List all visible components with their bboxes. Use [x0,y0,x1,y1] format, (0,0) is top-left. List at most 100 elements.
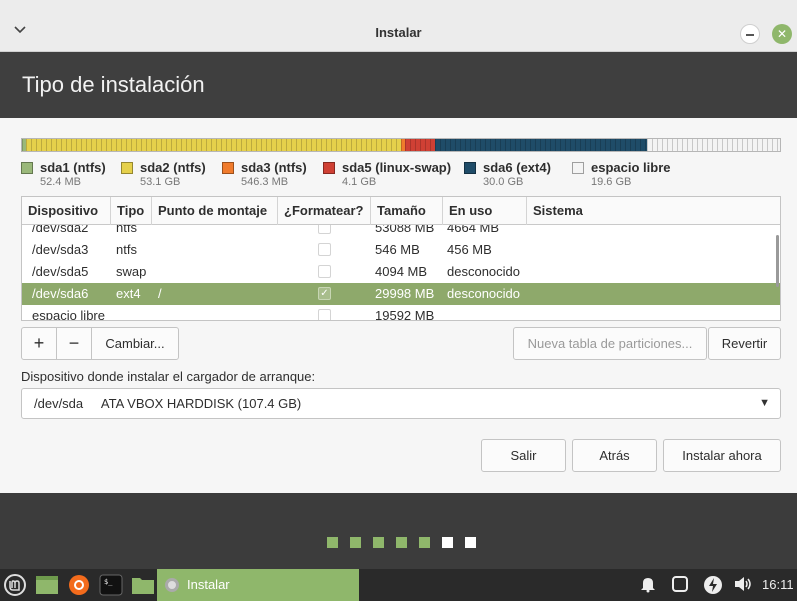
format-checkbox[interactable] [318,309,331,320]
cell-type: swap [116,264,147,279]
table-row[interactable]: espacio libre 19592 MB [22,305,780,320]
taskbar: $_ Instalar 16:11 [0,569,797,601]
bootloader-device-select[interactable]: /dev/sda ATA VBOX HARDDISK (107.4 GB) ▼ [21,388,781,419]
files-icon[interactable] [131,573,155,597]
progress-step-dot [465,537,476,548]
legend-size: 4.1 GB [342,176,377,188]
install-now-button[interactable]: Instalar ahora [663,439,781,472]
progress-step-dot [350,537,361,548]
column-header-system[interactable]: Sistema [527,197,780,225]
partition-legend: sda1 (ntfs) 52.4 MB sda2 (ntfs) 53.1 GB sda3… [21,160,781,190]
table-row[interactable]: /dev/sda5 swap 4094 MB desconocido [22,261,780,283]
page-title: Tipo de instalación [22,72,205,97]
legend-name: sda5 (linux-swap) [342,160,452,175]
firefox-icon[interactable] [67,573,91,597]
legend-name: sda1 (ntfs) [40,160,106,175]
format-checkbox[interactable] [318,225,331,234]
mint-menu-icon[interactable] [3,573,27,597]
svg-text:$_: $_ [104,578,113,586]
legend-swatch [222,162,234,174]
disk-usage-bar [21,138,781,152]
cell-used: 4664 MB [447,225,500,235]
legend-swatch [21,162,33,174]
cell-type: ntfs [116,225,137,235]
cell-device: /dev/sda5 [32,264,89,279]
format-checkbox[interactable] [318,265,331,278]
notifications-icon[interactable] [638,575,658,595]
cell-device: /dev/sda2 [32,225,89,235]
table-scrollbar[interactable] [776,235,779,287]
column-header-used[interactable]: En uso [443,197,527,225]
back-button[interactable]: Atrás [572,439,657,472]
legend-size: 53.1 GB [140,176,181,188]
disc-icon [165,578,179,592]
progress-step-dot [396,537,407,548]
cell-device: /dev/sda3 [32,242,89,257]
bootloader-device: /dev/sda [34,396,84,411]
column-header-type[interactable]: Tipo [111,197,152,225]
cell-size: 29998 MB [375,286,435,301]
volume-icon[interactable] [733,575,753,595]
add-partition-button[interactable]: + [22,328,57,359]
change-partition-button[interactable]: Cambiar... [92,328,178,359]
bootloader-device-description: ATA VBOX HARDDISK (107.4 GB) [100,396,302,411]
revert-button[interactable]: Revertir [708,327,781,360]
format-checkbox[interactable]: ✓ [318,287,331,300]
cell-type: ext4 [116,286,141,301]
cell-used: 456 MB [447,242,492,257]
legend-name: sda6 (ext4) [483,160,551,175]
cell-used: desconocido [447,264,520,279]
quit-button[interactable]: Salir [481,439,566,472]
legend-size: 52.4 MB [40,176,81,188]
legend-size: 30.0 GB [483,176,524,188]
progress-step-dot [327,537,338,548]
window-title: Instalar [375,25,422,40]
clock: 16:11 [762,577,794,592]
cell-type: ntfs [116,242,137,257]
column-header-device[interactable]: Dispositivo [22,197,111,225]
usage-segment-3 [404,139,436,151]
cell-used: desconocido [447,286,520,301]
table-row[interactable]: /dev/sda3 ntfs 546 MB 456 MB [22,239,780,261]
show-desktop-icon[interactable] [35,573,59,597]
usage-segment-5 [647,139,780,151]
table-row[interactable]: /dev/sda2 ntfs 53088 MB 4664 MB [22,225,780,239]
legend-size: 19.6 GB [591,176,632,188]
cell-device: /dev/sda6 [32,286,89,301]
close-button[interactable]: ✕ [772,24,792,44]
progress-step-dot [373,537,384,548]
usage-segment-1 [25,139,401,151]
progress-step-dot [419,537,430,548]
cell-size: 4094 MB [375,264,428,279]
cell-size: 53088 MB [375,225,435,235]
usage-segment-4 [435,139,648,151]
minimize-button[interactable] [740,24,760,44]
progress-steps [327,537,476,548]
bootloader-label: Dispositivo donde instalar el cargador d… [21,369,316,384]
legend-swatch [121,162,133,174]
workspace-icon[interactable] [670,575,690,595]
cell-size: 546 MB [375,242,420,257]
main-content: sda1 (ntfs) 52.4 MB sda2 (ntfs) 53.1 GB sda3… [0,118,797,493]
legend-size: 546.3 MB [241,176,289,188]
table-header: Dispositivo Tipo Punto de montaje ¿Forma… [22,197,780,225]
power-icon[interactable] [703,575,723,595]
table-body: /dev/sda2 ntfs 53088 MB 4664 MB/dev/sda3 ntf… [22,225,780,320]
progress-step-dot [442,537,453,548]
column-header-size[interactable]: Tamaño [371,197,443,225]
partition-table: Dispositivo Tipo Punto de montaje ¿Forma… [21,196,781,321]
window-titlebar: Instalar ✕ [0,0,797,52]
column-header-mount[interactable]: Punto de montaje [152,197,278,225]
cell-device: espacio libre [32,308,105,320]
dropdown-arrow-icon: ▼ [759,397,770,409]
new-partition-table-button[interactable]: Nueva tabla de particiones... [513,327,707,360]
terminal-icon[interactable]: $_ [99,573,123,597]
remove-partition-button[interactable]: − [57,328,92,359]
taskbar-installer-task[interactable]: Instalar [157,569,359,601]
taskbar-task-label: Instalar [187,577,230,592]
legend-swatch [323,162,335,174]
legend-swatch [572,162,584,174]
format-checkbox[interactable] [318,243,331,256]
column-header-format[interactable]: ¿Formatear? [278,197,371,225]
table-row[interactable]: /dev/sda6 ext4 / 29998 MB desconocido ✓ [22,283,780,305]
